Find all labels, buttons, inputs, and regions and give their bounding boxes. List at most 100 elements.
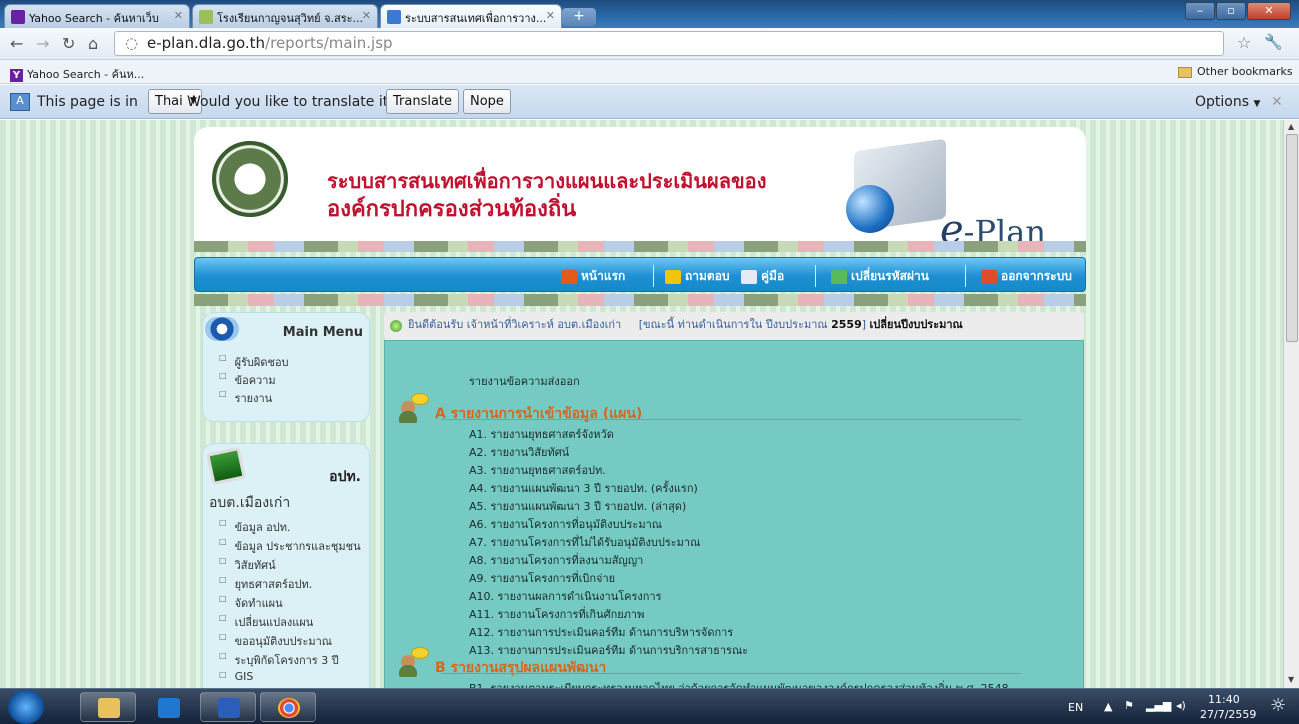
- change-year-link[interactable]: เปลี่ยนปีงบประมาณ: [870, 318, 963, 331]
- minimize-button[interactable]: ‒: [1185, 2, 1215, 20]
- reload-icon[interactable]: ↻: [62, 34, 75, 53]
- taskbar-media[interactable]: [140, 692, 196, 722]
- url-path: /reports/main.jsp: [265, 34, 393, 52]
- nav-faq[interactable]: ถามตอบ: [665, 267, 730, 286]
- translate-button[interactable]: Translate: [386, 89, 460, 114]
- nav-logout[interactable]: ออกจากระบบ: [981, 267, 1072, 286]
- scroll-down-icon[interactable]: ▼: [1288, 675, 1294, 684]
- maximize-button[interactable]: ▫: [1216, 2, 1246, 20]
- forward-icon[interactable]: →: [36, 34, 49, 53]
- org-item[interactable]: ระบุพิกัดโครงการ 3 ปี: [219, 651, 339, 669]
- report-link-a7[interactable]: A7. รายงานโครงการที่ไม่ได้รับอนุมัติงบปร…: [469, 533, 700, 551]
- bookmark-yahoo[interactable]: Y Yahoo Search - ค้นห...: [10, 65, 144, 83]
- fiscal-year-close: ]: [861, 318, 867, 331]
- report-link-a11[interactable]: A11. รายงานโครงการที่เกินศักยภาพ: [469, 605, 644, 623]
- main-menu-panel: Main Menu ผู้รับผิดชอบ ข้อความ รายงาน: [202, 312, 370, 422]
- section-b-heading: B รายงานสรุปผลแผนพัฒนา: [435, 660, 607, 676]
- clock-time[interactable]: 11:40: [1208, 693, 1240, 706]
- book-icon: [741, 269, 757, 284]
- org-name: อบต.เมืองเก่า: [209, 495, 291, 511]
- new-tab-button[interactable]: +: [562, 8, 596, 26]
- org-item[interactable]: ข้อมูล ประชากรและชุมชน: [219, 537, 361, 555]
- org-item[interactable]: GIS: [219, 670, 254, 683]
- report-link-a4[interactable]: A4. รายงานแผนพัฒนา 3 ปี รายอปท. (ครั้งแร…: [469, 479, 698, 497]
- menu-item-responsible[interactable]: ผู้รับผิดชอบ: [219, 353, 289, 371]
- report-link-a2[interactable]: A2. รายงานวิสัยทัศน์: [469, 443, 569, 461]
- tab-yahoo[interactable]: Yahoo Search - ค้นหาเว็บ ✕: [4, 4, 190, 28]
- close-icon[interactable]: ✕: [174, 9, 183, 22]
- scroll-thumb[interactable]: [1286, 134, 1298, 342]
- org-item[interactable]: ขออนุมัติงบประมาณ: [219, 632, 332, 650]
- org-item[interactable]: วิสัยทัศน์: [219, 556, 276, 574]
- report-link-a3[interactable]: A3. รายงานยุทธศาสตร์อปท.: [469, 461, 606, 479]
- nav-manual[interactable]: คู่มือ: [741, 267, 784, 286]
- fiscal-year: 2559: [831, 318, 862, 331]
- tab-school[interactable]: โรงเรียนกาญจนสุวิทย์ จ.สระ... ✕: [192, 4, 378, 28]
- report-link-a10[interactable]: A10. รายงานผลการดำเนินงานโครงการ: [469, 587, 662, 605]
- menu-item-reports[interactable]: รายงาน: [219, 389, 273, 407]
- volume-icon[interactable]: ◂): [1176, 699, 1186, 712]
- wrench-icon[interactable]: 🔧: [1264, 33, 1283, 51]
- address-bar[interactable]: ◌ e-plan.dla.go.th/reports/main.jsp: [114, 31, 1224, 56]
- taskbar-chrome[interactable]: [260, 692, 316, 722]
- other-bookmarks[interactable]: Other bookmarks: [1178, 65, 1293, 78]
- show-hidden-icon[interactable]: ▲: [1104, 700, 1112, 713]
- dla-seal-logo: [212, 141, 288, 217]
- taskbar-explorer[interactable]: [80, 692, 136, 722]
- report-link-a9[interactable]: A9. รายงานโครงการที่เบิกจ่าย: [469, 569, 615, 587]
- report-link-a1[interactable]: A1. รายงานยุทธศาสตร์จังหวัด: [469, 425, 614, 443]
- org-item[interactable]: เปลี่ยนแปลงแผน: [219, 613, 314, 631]
- nav-home[interactable]: หน้าแรก: [561, 267, 625, 286]
- welcome-bar: ยินดีต้อนรับ เจ้าหน้าที่วิเคราะห์ อบต.เม…: [384, 312, 1084, 340]
- star-icon[interactable]: ☆: [1237, 33, 1251, 52]
- nav-label: คู่มือ: [761, 269, 785, 283]
- fiscal-year-text: [ขณะนี้ ท่านดำเนินการใน ปีงบประมาณ: [638, 318, 828, 331]
- translate-prefix: This page is in: [37, 94, 138, 110]
- network-icon[interactable]: ▂▄▆: [1146, 699, 1171, 712]
- globe-icon: [846, 185, 894, 233]
- translate-icon: A: [10, 93, 30, 111]
- page-scrollbar[interactable]: ▲ ▼: [1283, 120, 1299, 688]
- close-icon[interactable]: ✕: [1271, 94, 1283, 110]
- outgoing-messages-link[interactable]: รายงานข้อความส่งออก: [469, 372, 580, 390]
- banner-stripe: [194, 241, 1086, 252]
- chip-icon: [206, 446, 246, 486]
- school-icon: [199, 10, 213, 24]
- language-indicator[interactable]: EN: [1068, 701, 1083, 714]
- close-icon[interactable]: ✕: [546, 9, 555, 22]
- back-icon[interactable]: ←: [10, 34, 23, 53]
- options-menu[interactable]: Options ▼: [1195, 94, 1260, 110]
- nope-button[interactable]: Nope: [463, 89, 511, 114]
- clock-date[interactable]: 27/7/2559: [1200, 708, 1256, 721]
- close-window-button[interactable]: ✕: [1247, 2, 1291, 20]
- menu-item-messages[interactable]: ข้อความ: [219, 371, 276, 389]
- org-item[interactable]: ข้อมูล อปท.: [219, 518, 291, 536]
- org-item-label: จัดทำแผน: [234, 597, 283, 610]
- scroll-up-icon[interactable]: ▲: [1288, 122, 1294, 131]
- person-icon: [399, 393, 429, 423]
- org-item-label: เปลี่ยนแปลงแผน: [234, 616, 314, 629]
- bookmark-label: Yahoo Search - ค้นห...: [27, 68, 145, 81]
- report-link-a5[interactable]: A5. รายงานแผนพัฒนา 3 ปี รายอปท. (ล่าสุด): [469, 497, 686, 515]
- report-link-b1[interactable]: B1. รายงานตามระเบียบกระทรวงมหาดไทย ว่าด้…: [469, 679, 1009, 688]
- report-link-a8[interactable]: A8. รายงานโครงการที่ลงนามสัญญา: [469, 551, 643, 569]
- nav-change-password[interactable]: เปลี่ยนรหัสผ่าน: [831, 267, 929, 286]
- report-link-a6[interactable]: A6. รายงานโครงการที่อนุมัติงบประมาณ: [469, 515, 662, 533]
- org-item-label: ขออนุมัติงบประมาณ: [234, 635, 332, 648]
- tab-eplan[interactable]: ระบบสารสนเทศเพื่อการวาง... ✕: [380, 4, 562, 28]
- menu-item-label: ผู้รับผิดชอบ: [234, 356, 289, 369]
- report-link-a12[interactable]: A12. รายงานการประเมินคอร์ทีม ด้านการบริห…: [469, 623, 733, 641]
- nav-label: ถามตอบ: [685, 269, 730, 283]
- close-icon[interactable]: ✕: [362, 9, 371, 22]
- org-item[interactable]: จัดทำแผน: [219, 594, 283, 612]
- tab-title: Yahoo Search - ค้นหาเว็บ: [29, 12, 159, 25]
- flag-icon[interactable]: ⚑: [1124, 699, 1134, 712]
- taskbar-word[interactable]: [200, 692, 256, 722]
- main-menu-title: Main Menu: [282, 325, 363, 340]
- start-button[interactable]: [8, 690, 44, 724]
- org-item-label: วิสัยทัศน์: [234, 559, 276, 572]
- show-desktop-icon[interactable]: ☼: [1270, 695, 1286, 716]
- home-icon[interactable]: ⌂: [88, 34, 98, 53]
- bookmarks-bar: Y Yahoo Search - ค้นห... Other bookmarks: [0, 60, 1299, 84]
- org-item[interactable]: ยุทธศาสตร์อปท.: [219, 575, 313, 593]
